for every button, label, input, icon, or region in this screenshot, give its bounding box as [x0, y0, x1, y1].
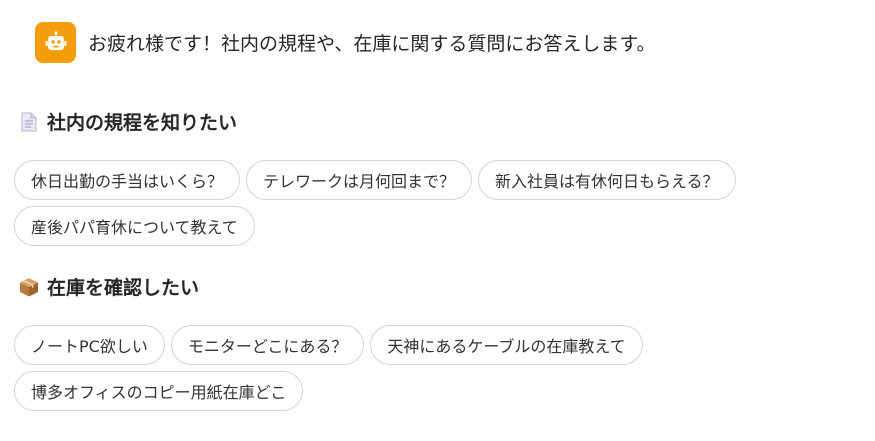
suggestion-chips-inventory: ノートPC欲しい モニターどこにある？ 天神にあるケーブルの在庫教えて 博多オフ…: [14, 325, 864, 411]
suggestion-chip[interactable]: ノートPC欲しい: [14, 325, 165, 365]
robot-icon: [45, 30, 66, 50]
greeting-message: お疲れ様です！社内の規程や、在庫に関する質問にお答えします。: [35, 22, 656, 63]
section-title-inventory: 在庫を確認したい: [18, 273, 199, 300]
greeting-text: お疲れ様です！社内の規程や、在庫に関する質問にお答えします。: [88, 33, 656, 55]
suggestion-chip[interactable]: モニターどこにある？: [170, 325, 365, 365]
suggestion-chip[interactable]: 天神にあるケーブルの在庫教えて: [370, 325, 643, 365]
suggestion-chip[interactable]: 新入社員は有休何日もらえる？: [478, 160, 736, 200]
suggestion-chip[interactable]: 休日出勤の手当はいくら？: [14, 160, 241, 200]
suggestion-chip[interactable]: 産後パパ育休について教えて: [14, 206, 255, 246]
section-title-regulations: 社内の規程を知りたい: [18, 108, 237, 135]
bot-avatar: [35, 22, 76, 63]
section-title-label: 社内の規程を知りたい: [47, 112, 238, 134]
suggestion-chip[interactable]: テレワークは月何回まで？: [246, 160, 473, 200]
package-icon: [20, 277, 38, 296]
document-icon: [21, 112, 37, 131]
section-title-label: 在庫を確認したい: [47, 277, 200, 299]
suggestion-chips-regulations: 休日出勤の手当はいくら？ テレワークは月何回まで？ 新入社員は有休何日もらえる？…: [14, 160, 864, 246]
suggestion-chip[interactable]: 博多オフィスのコピー用紙在庫どこ: [14, 371, 304, 411]
